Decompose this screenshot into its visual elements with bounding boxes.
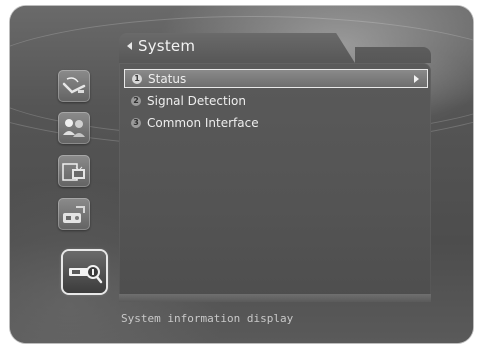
help-text: System information display: [121, 312, 294, 325]
satellite-dish-icon[interactable]: [58, 70, 90, 102]
back-arrow-icon[interactable]: [127, 42, 132, 50]
menu-item-common-interface[interactable]: 3 Common Interface: [124, 114, 428, 133]
users-icon[interactable]: [58, 112, 90, 144]
menu-item-signal-detection[interactable]: 2 Signal Detection: [124, 92, 428, 111]
menu-item-status[interactable]: 1 Status: [124, 69, 428, 88]
page-title: System: [138, 37, 196, 55]
chevron-right-icon: [414, 75, 419, 83]
menu-item-label: Common Interface: [147, 116, 259, 130]
panel-top-edge: [355, 47, 431, 63]
menu-item-number: 2: [131, 96, 141, 106]
media-settings-icon[interactable]: [58, 198, 90, 230]
tv-folder-icon[interactable]: [58, 155, 90, 187]
menu-item-label: Status: [148, 72, 187, 86]
menu-item-number: 1: [132, 74, 142, 84]
system-info-icon[interactable]: [63, 251, 106, 293]
menu-item-number: 3: [131, 118, 141, 128]
panel-bottom-band: [119, 294, 431, 302]
menu-item-label: Signal Detection: [147, 94, 246, 108]
